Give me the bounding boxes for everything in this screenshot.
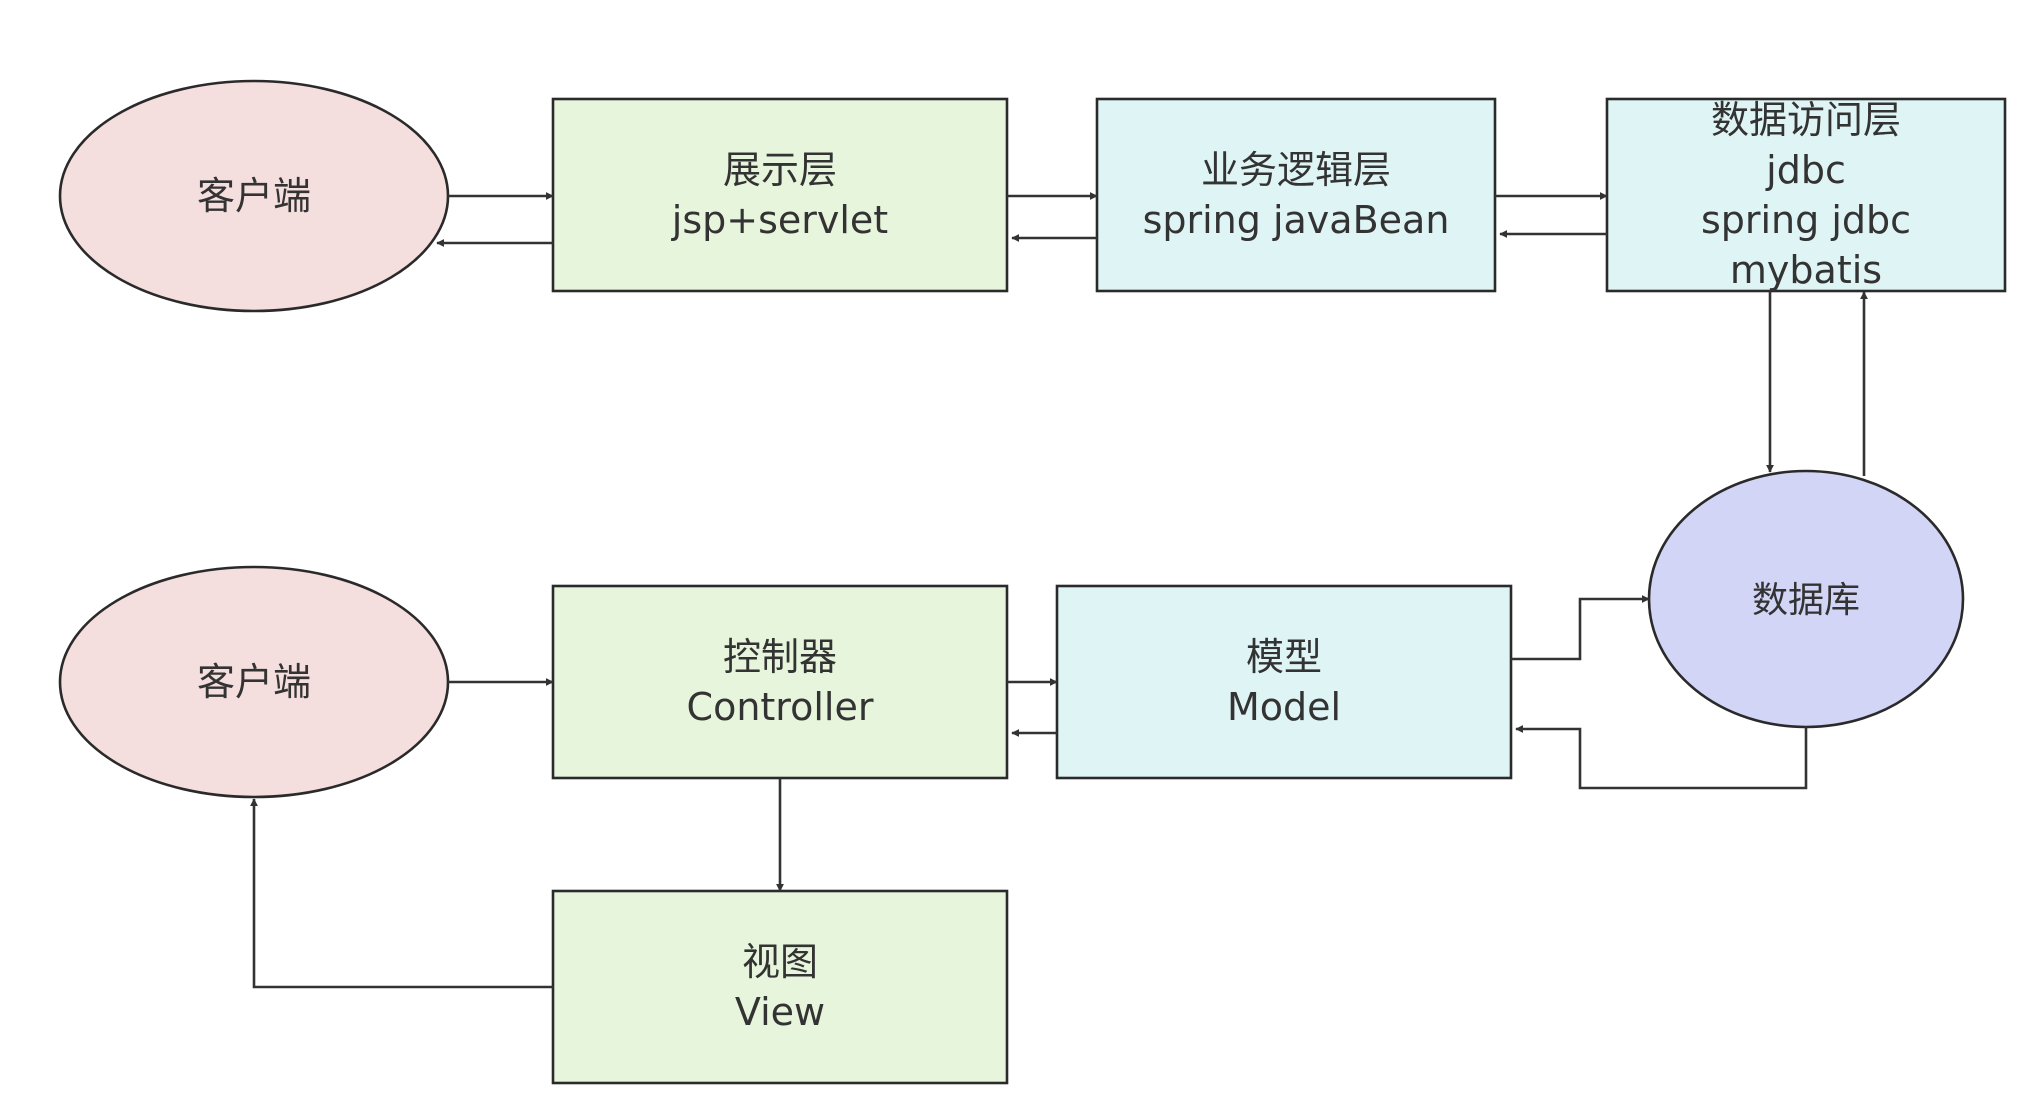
data-access-layer-mybatis: mybatis (1730, 248, 1882, 292)
presentation-layer-title: 展示层 (723, 148, 837, 192)
model-title: 模型 (1246, 635, 1322, 679)
controller-box (551, 584, 1009, 780)
architecture-diagram: 客户端 展示层 jsp+servlet 业务逻辑层 spring javaBea… (58, 79, 2007, 1085)
top-client-label: 客户端 (197, 174, 311, 218)
model-node: 模型 Model (1055, 584, 1513, 780)
top-client-node: 客户端 (58, 79, 450, 313)
data-access-layer-title: 数据访问层 (1711, 98, 1901, 142)
controller-node: 控制器 Controller (551, 584, 1009, 780)
business-layer-title: 业务逻辑层 (1201, 148, 1391, 192)
controller-subtitle: Controller (687, 685, 874, 729)
bottom-client-node: 客户端 (58, 565, 450, 799)
edge-view-to-client (250, 798, 553, 989)
presentation-layer-node: 展示层 jsp+servlet (551, 97, 1009, 293)
edge-database-to-model (1515, 725, 1808, 790)
business-layer-box (1095, 97, 1497, 293)
presentation-layer-box (551, 97, 1009, 293)
model-subtitle: Model (1227, 685, 1341, 729)
database-node: 数据库 (1647, 469, 1965, 729)
presentation-layer-tech: jsp+servlet (671, 198, 888, 242)
view-node: 视图 View (551, 889, 1009, 1085)
view-title: 视图 (742, 940, 818, 984)
data-access-layer-jdbc: jdbc (1765, 148, 1846, 192)
model-box (1055, 584, 1513, 780)
data-access-layer-spring-jdbc: spring jdbc (1701, 198, 1911, 242)
view-subtitle: View (735, 990, 825, 1034)
data-access-layer-node: 数据访问层 jdbc spring jdbc mybatis (1605, 97, 2007, 293)
business-layer-node: 业务逻辑层 spring javaBean (1095, 97, 1497, 293)
controller-title: 控制器 (723, 635, 837, 679)
bottom-client-label: 客户端 (197, 660, 311, 704)
edge-model-to-database (1511, 595, 1650, 661)
database-label: 数据库 (1752, 580, 1860, 621)
business-layer-tech: spring javaBean (1143, 198, 1450, 242)
view-box (551, 889, 1009, 1085)
